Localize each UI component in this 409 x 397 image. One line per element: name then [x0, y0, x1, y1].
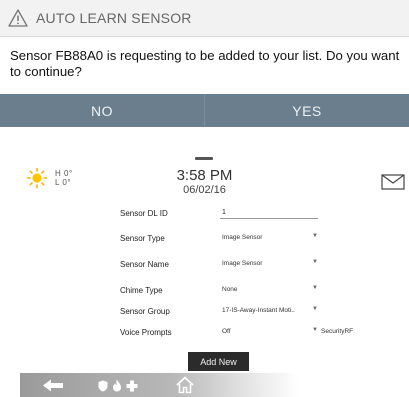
chevron-down-icon[interactable]: ▼ [312, 327, 318, 333]
bottom-nav-bar [20, 373, 299, 397]
chevron-down-icon[interactable]: ▼ [312, 233, 318, 239]
chevron-down-icon[interactable]: ▼ [312, 285, 318, 291]
sensor-group-select[interactable]: 17-IS-Away-Instant Moti.. [222, 307, 295, 314]
yes-button[interactable]: YES [205, 94, 409, 127]
form-row-chime-type[interactable]: Chime Type None ▼ [0, 282, 409, 298]
envelope-icon[interactable] [381, 174, 405, 190]
dialog-message: Sensor FB88A0 is requesting to be added … [10, 48, 400, 79]
fire-icon[interactable] [112, 379, 122, 392]
chime-type-select[interactable]: None [222, 286, 238, 293]
clock-date: 06/02/16 [183, 184, 226, 196]
add-new-button[interactable]: Add New [188, 352, 249, 371]
dialog-button-bar: NO YES [0, 94, 409, 127]
sensor-name-select[interactable]: Image Sensor [222, 260, 262, 267]
voice-prompts-extra: SecurityRF [321, 328, 354, 335]
sensor-name-label: Sensor Name [120, 260, 169, 269]
medical-cross-icon[interactable] [126, 380, 138, 392]
form-row-sensor-type[interactable]: Sensor Type Image Sensor ▼ [0, 230, 409, 246]
chime-type-label: Chime Type [120, 286, 163, 295]
home-icon[interactable] [175, 376, 195, 394]
voice-prompts-label: Voice Prompts [120, 328, 172, 337]
dialog-header: AUTO LEARN SENSOR [0, 0, 409, 37]
sensor-dl-id-input[interactable] [220, 206, 318, 219]
sensor-type-label: Sensor Type [120, 234, 165, 243]
form-row-sensor-dl-id: Sensor DL ID [0, 205, 409, 221]
sensor-type-select[interactable]: Image Sensor [222, 234, 262, 241]
chevron-down-icon[interactable]: ▼ [312, 306, 318, 312]
clock: 3:58 PM 06/02/16 [0, 167, 409, 197]
form-row-sensor-name[interactable]: Sensor Name Image Sensor ▼ [0, 256, 409, 272]
clock-time: 3:58 PM [176, 167, 233, 184]
drag-handle[interactable] [195, 157, 213, 160]
back-arrow-icon[interactable] [42, 379, 64, 392]
voice-prompts-select[interactable]: Off [222, 328, 231, 335]
form-row-sensor-group[interactable]: Sensor Group 17-IS-Away-Instant Moti.. ▼ [0, 303, 409, 319]
dialog-title: AUTO LEARN SENSOR [36, 10, 192, 26]
chevron-down-icon[interactable]: ▼ [312, 259, 318, 265]
no-button[interactable]: NO [0, 94, 205, 127]
shield-icon[interactable] [98, 380, 108, 392]
sensor-group-label: Sensor Group [120, 307, 170, 316]
warning-triangle-icon [8, 9, 28, 27]
sensor-dl-id-label: Sensor DL ID [120, 209, 168, 218]
form-row-voice-prompts[interactable]: Voice Prompts Off ▼ SecurityRF [0, 324, 409, 340]
